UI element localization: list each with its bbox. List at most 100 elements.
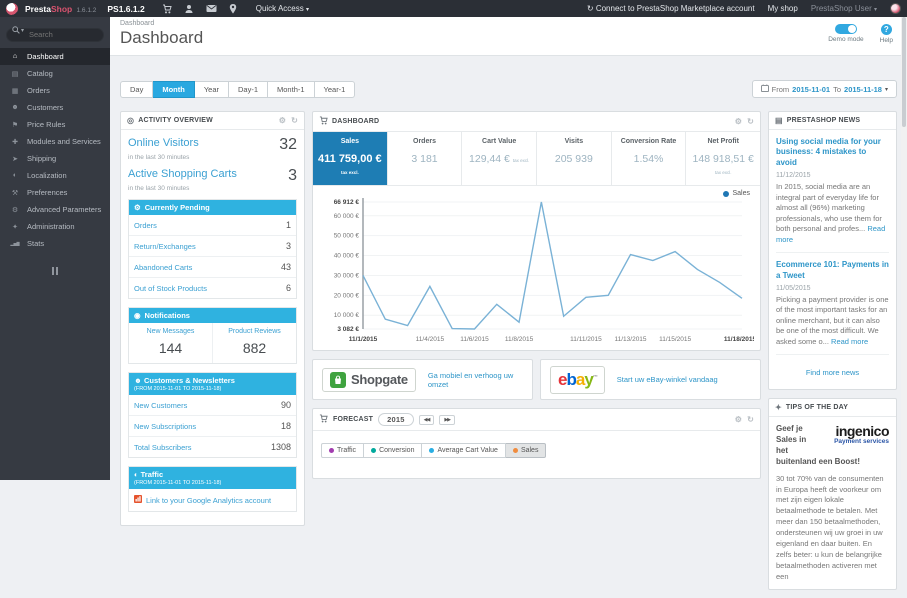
article-title[interactable]: Using social media for your business: 4 … <box>776 137 889 168</box>
date-range-button[interactable]: From 2015-11-01 To 2015-11-18 ▾ <box>752 80 897 98</box>
panel-refresh-icon[interactable]: ↻ <box>747 117 754 126</box>
help-control[interactable]: ? Help <box>880 24 893 44</box>
google-analytics-link[interactable]: Link to your Google Analytics account <box>129 489 296 511</box>
sidebar-item-preferences[interactable]: ⚒Preferences <box>0 184 110 201</box>
ebay-link[interactable]: Start uw eBay-winkel vandaag <box>617 375 718 384</box>
caret-down-icon: ▾ <box>885 86 888 93</box>
period-month-1-button[interactable]: Month-1 <box>268 81 315 98</box>
previous-year-button[interactable]: ◀◀ <box>419 415 435 425</box>
panel-settings-icon[interactable]: ⚙ <box>735 415 742 424</box>
user-avatar[interactable] <box>890 3 901 14</box>
marketplace-link[interactable]: ↻ Connect to PrestaShop Marketplace acco… <box>587 4 755 13</box>
kpi-net-profit[interactable]: Net Profit148 918,51 € tax excl. <box>686 132 760 185</box>
kpi-visits[interactable]: Visits205 939 <box>537 132 612 185</box>
sidebar-item-customers[interactable]: ☻Customers <box>0 99 110 116</box>
advanced-parameters-icon: ⚙ <box>10 206 20 214</box>
sidebar-item-modules[interactable]: ✚Modules and Services <box>0 133 110 150</box>
topbar: PrestaShop 1.6.1.2 PS1.6.1.2 Quick Acces… <box>0 0 907 17</box>
panel-refresh-icon[interactable]: ↻ <box>747 415 754 424</box>
panel-refresh-icon[interactable]: ↻ <box>291 116 298 125</box>
news-icon: ▤ <box>775 116 783 125</box>
pin-icon[interactable] <box>229 4 237 14</box>
sidebar-item-catalog[interactable]: ▤Catalog <box>0 65 110 82</box>
tips-panel-title: TIPS OF THE DAY <box>786 404 848 411</box>
forecast-panel-title: FORECAST <box>333 416 373 423</box>
online-visitors-label[interactable]: Online Visitors <box>128 137 199 149</box>
shopgate-link[interactable]: Ga mobiel en verhoog uw omzet <box>428 371 523 389</box>
forecast-toggle-group: Traffic Conversion Average Cart Value Sa… <box>321 443 546 458</box>
toggle-traffic[interactable]: Traffic <box>321 443 364 458</box>
collapse-menu-icon[interactable] <box>0 262 110 280</box>
next-year-button[interactable]: ▶▶ <box>439 415 455 425</box>
user-menu[interactable]: PrestaShop User ▾ <box>811 4 877 13</box>
my-shop-link[interactable]: My shop <box>768 4 798 13</box>
cart-icon <box>319 116 328 127</box>
sidebar-item-advanced-parameters[interactable]: ⚙Advanced Parameters <box>0 201 110 218</box>
toggle-conversion[interactable]: Conversion <box>364 443 422 458</box>
period-month-button[interactable]: Month <box>153 81 195 98</box>
ingenico-logo: ingenico Payment services <box>817 424 889 445</box>
forecast-year[interactable]: 2015 <box>378 413 414 426</box>
page-scrollbar[interactable] <box>901 17 907 480</box>
legend-dot <box>723 191 729 197</box>
toggle-sales[interactable]: Sales <box>506 443 547 458</box>
chart-legend[interactable]: Sales <box>723 190 750 197</box>
sales-chart: 66 912 €60 000 €50 000 €40 000 €30 000 €… <box>319 190 754 350</box>
new-customers-row: New Customers90 <box>129 395 296 416</box>
user-icon[interactable] <box>184 4 194 14</box>
find-more-news-link[interactable]: Find more news <box>776 362 889 385</box>
toggle-average-cart-value[interactable]: Average Cart Value <box>422 443 505 458</box>
search-icon[interactable]: ▾ <box>12 26 24 34</box>
news-article: Using social media for your business: 4 … <box>776 137 889 253</box>
article-title[interactable]: Ecommerce 101: Payments in a Tweet <box>776 260 889 281</box>
brand-name: Presta <box>25 4 51 14</box>
active-carts-label[interactable]: Active Shopping Carts <box>128 168 237 180</box>
sidebar: ▾ ⌂Dashboard ▤Catalog ▦Orders ☻Customers… <box>0 17 110 480</box>
kpi-orders[interactable]: Orders3 181 <box>388 132 463 185</box>
kpi-sales[interactable]: Sales411 759,00 € tax excl. <box>313 132 388 185</box>
mail-icon[interactable] <box>206 4 217 13</box>
new-messages-cell[interactable]: New Messages144 <box>129 323 213 363</box>
price-rules-icon: ⚑ <box>10 121 20 129</box>
quick-access-menu[interactable]: Quick Access ▾ <box>256 4 309 13</box>
svg-text:10 000 €: 10 000 € <box>334 312 360 319</box>
panel-settings-icon[interactable]: ⚙ <box>279 116 286 125</box>
kpi-cart-value[interactable]: Cart Value129,44 € tax excl. <box>462 132 537 185</box>
help-label: Help <box>880 37 893 44</box>
calendar-icon <box>761 84 769 94</box>
period-day-button[interactable]: Day <box>120 81 153 98</box>
sidebar-item-shipping[interactable]: ➤Shipping <box>0 150 110 167</box>
kpi-conversion-rate[interactable]: Conversion Rate1.54% <box>612 132 687 185</box>
panel-settings-icon[interactable]: ⚙ <box>735 117 742 126</box>
active-carts-sub: in the last 30 minutes <box>128 185 297 192</box>
shopgate-ad-panel[interactable]: Shopgate Ga mobiel en verhoog uw omzet <box>312 359 533 400</box>
help-icon[interactable]: ? <box>881 24 892 35</box>
demo-mode-control[interactable]: Demo mode <box>828 24 863 44</box>
sidebar-item-administration[interactable]: ✦Administration <box>0 218 110 235</box>
pending-row-orders: Orders1 <box>129 215 296 236</box>
scrollbar-thumb[interactable] <box>902 17 906 127</box>
traffic-date-range: (FROM 2015-11-01 TO 2015-11-18) <box>134 480 291 486</box>
svg-text:11/18/2015: 11/18/2015 <box>724 336 754 343</box>
ebay-ad-panel[interactable]: ebay™ Start uw eBay-winkel vandaag <box>540 359 761 400</box>
product-reviews-cell[interactable]: Product Reviews882 <box>213 323 296 363</box>
sidebar-item-dashboard[interactable]: ⌂Dashboard <box>0 48 110 65</box>
period-day-1-button[interactable]: Day-1 <box>229 81 268 98</box>
period-year-1-button[interactable]: Year-1 <box>315 81 356 98</box>
article-date: 11/12/2015 <box>776 172 889 179</box>
tip-body: 30 tot 70% van de consumenten in Europa … <box>776 474 889 583</box>
sidebar-item-localization[interactable]: ◐Localization <box>0 167 110 184</box>
read-more-link[interactable]: Read more <box>831 337 868 346</box>
svg-text:50 000 €: 50 000 € <box>334 233 360 240</box>
sidebar-item-price-rules[interactable]: ⚑Price Rules <box>0 116 110 133</box>
kpi-row: Sales411 759,00 € tax excl. Orders3 181 … <box>313 132 760 186</box>
svg-text:11/1/2015: 11/1/2015 <box>349 336 378 343</box>
cart-icon[interactable] <box>162 4 172 14</box>
sidebar-item-orders[interactable]: ▦Orders <box>0 82 110 99</box>
breadcrumb[interactable]: Dashboard <box>120 20 897 27</box>
article-date: 11/05/2015 <box>776 285 889 292</box>
sidebar-item-stats[interactable]: ▂▅▇Stats <box>0 235 110 252</box>
brand: PrestaShop 1.6.1.2 <box>25 4 96 14</box>
demo-mode-toggle[interactable] <box>835 24 857 34</box>
period-year-button[interactable]: Year <box>195 81 229 98</box>
